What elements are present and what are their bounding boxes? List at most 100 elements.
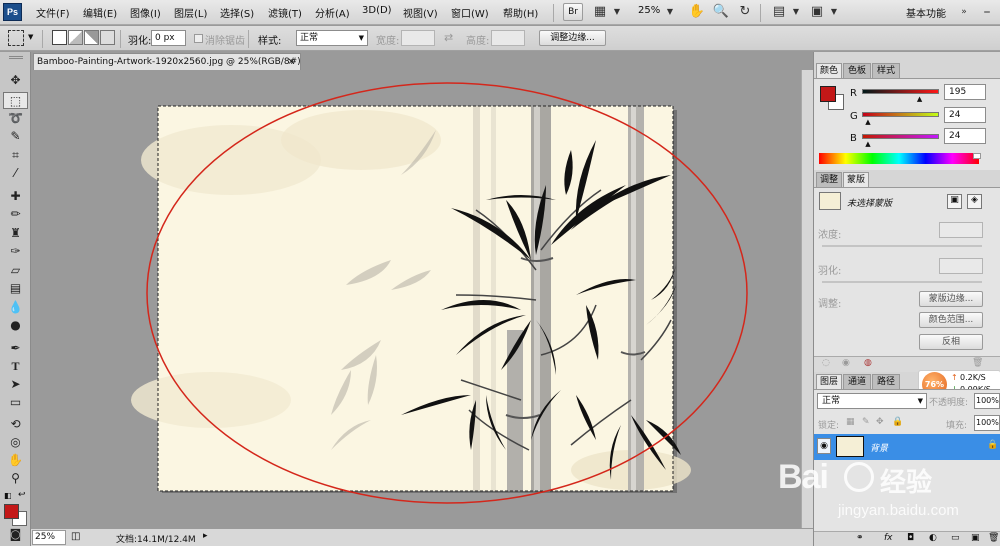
- adjustment-layer-icon[interactable]: ◐: [929, 533, 937, 543]
- blur-tool-icon[interactable]: 💧: [3, 299, 28, 316]
- lock-all-icon[interactable]: 🔒: [892, 417, 903, 427]
- width-input[interactable]: [401, 30, 435, 46]
- new-group-icon[interactable]: ▭: [951, 533, 960, 543]
- opacity-input[interactable]: 100%: [974, 393, 1000, 409]
- move-tool-icon[interactable]: ✥: [3, 72, 28, 89]
- tab-paths[interactable]: 路径: [872, 374, 900, 389]
- document-tab[interactable]: Bamboo-Painting-Artwork-1920x2560.jpg @ …: [33, 53, 301, 70]
- healing-brush-tool-icon[interactable]: ✚: [3, 188, 28, 205]
- history-brush-tool-icon[interactable]: ✑: [3, 243, 28, 260]
- quick-mask-icon[interactable]: ◙: [3, 526, 28, 543]
- g-slider-knob[interactable]: ▲: [865, 118, 870, 126]
- rotate-view-icon[interactable]: ↻: [736, 3, 754, 21]
- arrange-documents-icon[interactable]: ▤: [770, 3, 788, 21]
- type-tool-icon[interactable]: T: [3, 358, 28, 375]
- zoom-tool-icon[interactable]: 🔍: [712, 3, 730, 21]
- close-icon[interactable]: ×: [287, 54, 295, 70]
- tab-channels[interactable]: 通道: [843, 374, 871, 389]
- menu-image[interactable]: 图像(I): [130, 5, 161, 20]
- bridge-button[interactable]: Br: [563, 3, 583, 21]
- antialias-checkbox[interactable]: [194, 34, 203, 43]
- tab-styles[interactable]: 样式: [872, 63, 900, 78]
- r-slider-knob[interactable]: ▲: [917, 95, 922, 103]
- swap-colors-icon[interactable]: ↩: [18, 490, 26, 500]
- lock-position-icon[interactable]: ✥: [876, 417, 884, 427]
- clone-stamp-tool-icon[interactable]: ♜: [3, 225, 28, 242]
- new-selection-icon[interactable]: [52, 30, 67, 45]
- g-slider[interactable]: [862, 112, 939, 117]
- layer-name[interactable]: 背景: [870, 441, 888, 454]
- menu-help[interactable]: 帮助(H): [503, 5, 538, 20]
- menu-select[interactable]: 选择(S): [220, 5, 254, 20]
- chevron-down-icon[interactable]: ▼: [608, 3, 626, 21]
- density-slider[interactable]: [822, 245, 982, 247]
- swap-icon[interactable]: ⇄: [444, 31, 453, 44]
- dodge-tool-icon[interactable]: ●: [3, 317, 28, 334]
- density-input[interactable]: [939, 222, 983, 238]
- document-canvas[interactable]: [31, 70, 813, 528]
- invert-button[interactable]: 反相: [919, 334, 983, 350]
- add-to-selection-icon[interactable]: [68, 30, 83, 45]
- lock-transparent-icon[interactable]: ▦: [846, 417, 855, 427]
- style-select[interactable]: 正常 ▼: [296, 30, 368, 46]
- height-input[interactable]: [491, 30, 525, 46]
- tab-swatches[interactable]: 色板: [843, 63, 871, 78]
- b-slider[interactable]: [862, 134, 939, 139]
- chevron-down-icon[interactable]: ▼: [661, 3, 679, 21]
- lock-image-icon[interactable]: ✎: [862, 417, 870, 427]
- fill-input[interactable]: 100%: [974, 415, 1000, 431]
- 3d-orbit-tool-icon[interactable]: ◎: [3, 434, 28, 451]
- status-menu-icon[interactable]: ▸: [203, 531, 208, 541]
- layer-style-icon[interactable]: fx: [884, 533, 893, 543]
- foreground-color-swatch[interactable]: [820, 86, 836, 102]
- b-slider-knob[interactable]: ▲: [865, 140, 870, 148]
- zoom-tool-icon[interactable]: ⚲: [3, 470, 28, 487]
- intersect-selection-icon[interactable]: [100, 30, 115, 45]
- refine-edge-button[interactable]: 调整边缘...: [539, 30, 606, 46]
- mask-feather-slider[interactable]: [822, 281, 982, 283]
- chevron-down-icon[interactable]: ▼: [825, 3, 843, 21]
- toolbox-grip[interactable]: [9, 56, 23, 59]
- chevron-down-icon[interactable]: ▼: [28, 33, 33, 41]
- add-mask-icon[interactable]: ◘: [907, 533, 914, 543]
- pixel-mask-icon[interactable]: ▣: [947, 194, 962, 209]
- eyedropper-tool-icon[interactable]: ⁄: [3, 165, 28, 182]
- shape-tool-icon[interactable]: ▭: [3, 394, 28, 411]
- path-select-tool-icon[interactable]: ➤: [3, 376, 28, 393]
- mask-feather-input[interactable]: [939, 258, 983, 274]
- tab-layers[interactable]: 图层: [816, 374, 842, 389]
- default-colors-icon[interactable]: ◧: [4, 491, 12, 500]
- brush-tool-icon[interactable]: ✏: [3, 206, 28, 223]
- marquee-preset-icon[interactable]: [8, 30, 24, 46]
- menu-layer[interactable]: 图层(L): [174, 5, 207, 20]
- menu-edit[interactable]: 编辑(E): [83, 5, 117, 20]
- zoom-level[interactable]: 25%: [638, 5, 660, 16]
- quick-select-tool-icon[interactable]: ✎: [3, 128, 28, 145]
- foreground-color-swatch[interactable]: [4, 504, 19, 519]
- tab-masks[interactable]: 蒙版: [843, 172, 869, 187]
- status-zoom[interactable]: 25%: [32, 530, 66, 545]
- menu-filter[interactable]: 滤镜(T): [268, 5, 302, 20]
- view-extras-icon[interactable]: ▦: [591, 3, 609, 21]
- double-chevron-icon[interactable]: »: [955, 3, 973, 21]
- apply-mask-icon[interactable]: ◉: [842, 358, 850, 368]
- canvas-area[interactable]: [31, 70, 813, 528]
- tab-color[interactable]: 颜色: [816, 63, 842, 78]
- subtract-selection-icon[interactable]: [84, 30, 99, 45]
- tab-adjustments[interactable]: 调整: [816, 172, 842, 187]
- color-range-button[interactable]: 颜色范围...: [919, 312, 983, 328]
- delete-layer-icon[interactable]: 🗑: [988, 533, 999, 543]
- screen-mode-icon[interactable]: ▣: [808, 3, 826, 21]
- color-spectrum[interactable]: [819, 153, 979, 164]
- menu-view[interactable]: 视图(V): [403, 5, 438, 20]
- blend-mode-select[interactable]: 正常 ▼: [817, 393, 927, 409]
- hand-tool-icon[interactable]: ✋: [688, 3, 706, 21]
- gradient-tool-icon[interactable]: ▤: [3, 280, 28, 297]
- chevron-down-icon[interactable]: ▼: [787, 3, 805, 21]
- pen-tool-icon[interactable]: ✒: [3, 340, 28, 357]
- r-input[interactable]: 195: [944, 84, 986, 100]
- mask-edge-button[interactable]: 蒙版边缘...: [919, 291, 983, 307]
- rect-marquee-tool-icon[interactable]: ⬚: [3, 92, 28, 109]
- menu-window[interactable]: 窗口(W): [451, 5, 489, 20]
- 3d-rotate-tool-icon[interactable]: ⟲: [3, 416, 28, 433]
